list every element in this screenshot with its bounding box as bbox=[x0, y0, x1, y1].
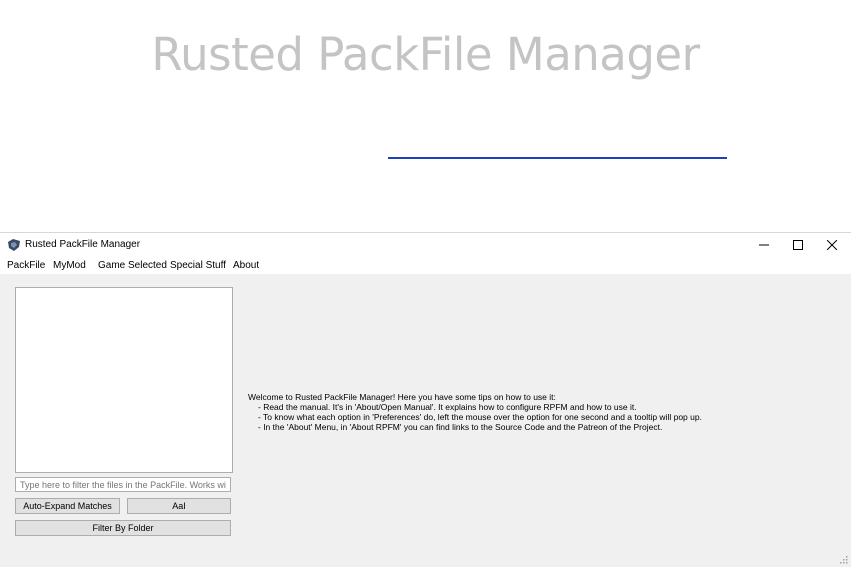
filter-by-folder-button[interactable]: Filter By Folder bbox=[15, 520, 231, 536]
menu-special-stuff[interactable]: Special Stuff bbox=[170, 260, 226, 271]
welcome-intro: Welcome to Rusted PackFile Manager! Here… bbox=[248, 392, 556, 402]
close-button[interactable] bbox=[815, 233, 849, 257]
menu-bar: PackFile MyMod Game Selected Special Stu… bbox=[0, 257, 851, 274]
menu-mymod[interactable]: MyMod bbox=[53, 260, 86, 271]
packfile-tree-view[interactable] bbox=[15, 287, 233, 473]
minimize-button[interactable] bbox=[747, 233, 781, 257]
maximize-button[interactable] bbox=[781, 233, 815, 257]
title-bar[interactable]: Rusted PackFile Manager bbox=[0, 233, 851, 257]
maximize-icon bbox=[793, 240, 803, 250]
resize-grip-icon[interactable] bbox=[840, 556, 848, 564]
app-icon bbox=[8, 239, 20, 251]
banner-title: Rusted PackFile Manager bbox=[151, 28, 700, 81]
minimize-icon bbox=[759, 244, 769, 246]
close-icon bbox=[827, 240, 837, 250]
window-title: Rusted PackFile Manager bbox=[25, 239, 141, 250]
filter-input[interactable] bbox=[15, 477, 231, 492]
welcome-message: Welcome to Rusted PackFile Manager! Here… bbox=[248, 392, 702, 432]
banner: Rusted PackFile Manager bbox=[0, 0, 851, 232]
menu-packfile[interactable]: PackFile bbox=[7, 260, 45, 271]
menu-about[interactable]: About bbox=[233, 260, 259, 271]
welcome-tip: - To know what each option in 'Preferenc… bbox=[258, 412, 702, 422]
welcome-tip: - In the 'About' Menu, in 'About RPFM' y… bbox=[258, 422, 663, 432]
auto-expand-button[interactable]: Auto-Expand Matches bbox=[15, 498, 120, 514]
banner-link-underline[interactable] bbox=[388, 157, 727, 159]
welcome-tip: - Read the manual. It's in 'About/Open M… bbox=[258, 402, 637, 412]
case-sensitive-button[interactable]: AaI bbox=[127, 498, 231, 514]
menu-game-selected[interactable]: Game Selected bbox=[98, 260, 167, 271]
app-window: Rusted PackFile Manager PackFile MyMod G… bbox=[0, 232, 851, 567]
